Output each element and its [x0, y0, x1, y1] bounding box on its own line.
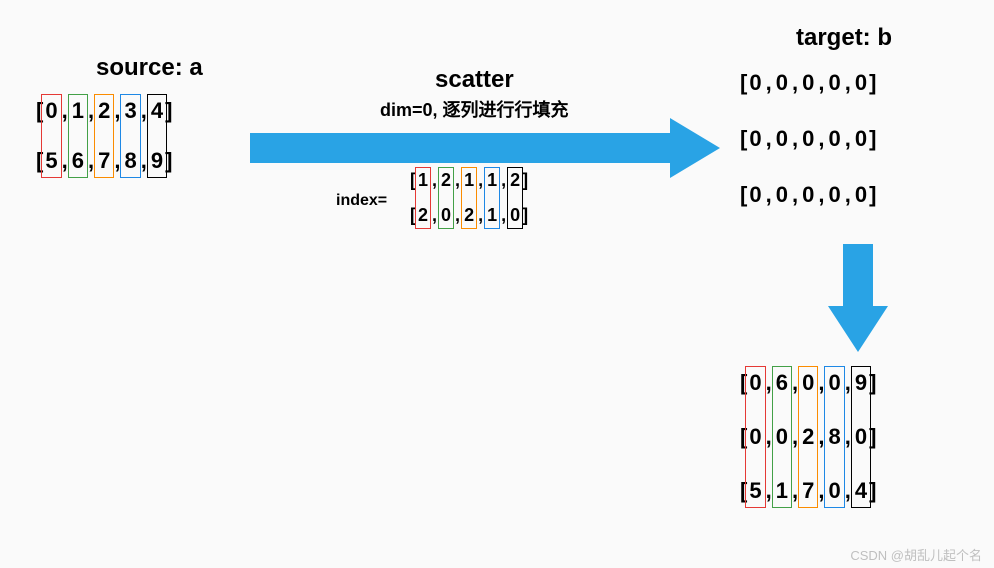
matrix-cell: 1: [70, 98, 86, 124]
matrix-cell: 0: [747, 182, 763, 208]
matrix-cell: 1: [774, 478, 790, 504]
matrix-cell: 0: [508, 205, 522, 226]
scatter-label: scatter: [435, 66, 514, 94]
matrix-cell: 9: [853, 370, 869, 396]
matrix-cell: 0: [826, 182, 842, 208]
matrix-cell: 0: [747, 370, 763, 396]
matrix-cell: 0: [826, 70, 842, 96]
matrix-cell: 2: [96, 98, 112, 124]
matrix-cell: 0: [439, 205, 453, 226]
matrix-cell: 0: [800, 126, 816, 152]
matrix-cell: 7: [800, 478, 816, 504]
matrix-cell: 6: [774, 370, 790, 396]
matrix-cell: 6: [70, 148, 86, 174]
matrix-cell: 0: [747, 70, 763, 96]
matrix-cell: 5: [43, 148, 59, 174]
matrix-cell: 0: [826, 126, 842, 152]
matrix-cell: 0: [853, 126, 869, 152]
matrix-cell: 0: [747, 126, 763, 152]
matrix-cell: 2: [800, 424, 816, 450]
matrix-cell: 0: [800, 70, 816, 96]
index-matrix: [ 1,2,1,1,2 ][ 2,0,2,1,0 ]: [410, 170, 528, 226]
matrix-cell: 0: [853, 70, 869, 96]
matrix-cell: 3: [122, 98, 138, 124]
matrix-cell: 0: [774, 182, 790, 208]
matrix-cell: 4: [149, 98, 165, 124]
arrow-down-icon: [828, 244, 888, 352]
source-matrix: [ 0,1,2,3,4 ][ 5,6,7,8,9 ]: [36, 98, 172, 174]
matrix-cell: 5: [747, 478, 763, 504]
target-result-matrix: [ 0,6,0,0,9 ][ 0,0,2,8,0 ][ 5,1,7,0,4 ]: [740, 370, 876, 504]
matrix-cell: 0: [853, 182, 869, 208]
matrix-cell: 2: [462, 205, 476, 226]
matrix-cell: 9: [149, 148, 165, 174]
matrix-cell: 1: [485, 205, 499, 226]
matrix-cell: 8: [826, 424, 842, 450]
matrix-cell: 8: [122, 148, 138, 174]
matrix-cell: 0: [774, 70, 790, 96]
watermark: CSDN @胡乱儿起个名: [850, 545, 982, 564]
index-label: index=: [336, 192, 387, 210]
matrix-cell: 7: [96, 148, 112, 174]
matrix-cell: 0: [853, 424, 869, 450]
matrix-cell: 0: [774, 126, 790, 152]
arrow-right-icon: [250, 118, 720, 178]
target-label: target: b: [796, 24, 892, 52]
matrix-cell: 0: [800, 182, 816, 208]
matrix-cell: 0: [826, 370, 842, 396]
matrix-cell: 4: [853, 478, 869, 504]
matrix-cell: 0: [43, 98, 59, 124]
matrix-cell: 2: [416, 205, 430, 226]
target-init-matrix: [ 0,0,0,0,0 ][ 0,0,0,0,0 ][ 0,0,0,0,0 ]: [740, 70, 876, 208]
matrix-cell: 0: [747, 424, 763, 450]
matrix-cell: 0: [774, 424, 790, 450]
matrix-cell: 0: [800, 370, 816, 396]
source-label: source: a: [96, 54, 203, 82]
matrix-cell: 0: [826, 478, 842, 504]
